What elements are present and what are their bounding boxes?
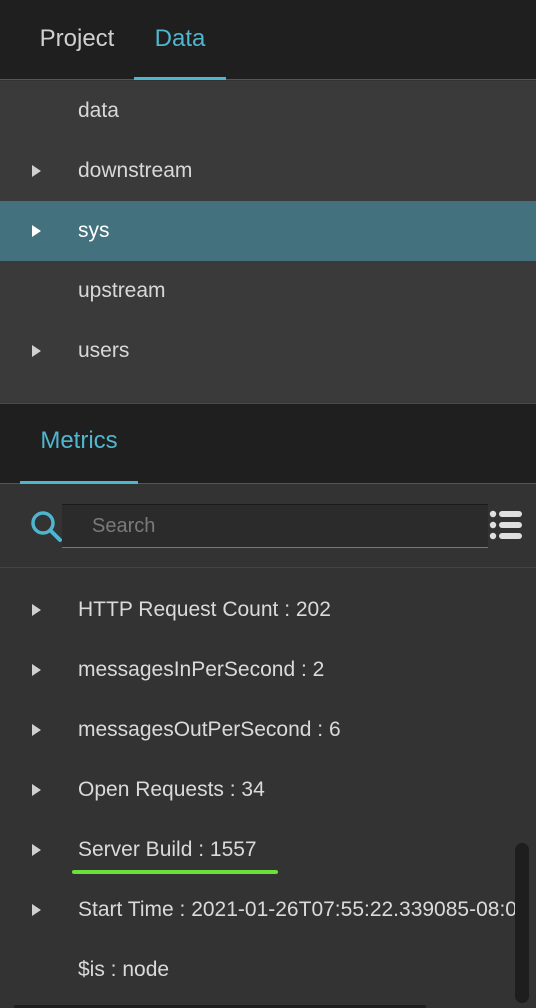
metric-row[interactable]: messagesOutPerSecond : 6 xyxy=(0,700,536,760)
tree-item-label: users xyxy=(78,339,130,362)
caret-right-icon[interactable] xyxy=(32,904,41,916)
metric-row[interactable]: $is : node xyxy=(0,940,536,1000)
metric-row[interactable]: Start Time : 2021-01-26T07:55:22.339085-… xyxy=(0,880,536,940)
metric-row[interactable]: messagesInPerSecond : 2 xyxy=(0,640,536,700)
metric-row[interactable]: Open Requests : 34 xyxy=(0,760,536,820)
caret-right-icon[interactable] xyxy=(32,844,41,856)
tree-item-label: upstream xyxy=(78,279,166,302)
metric-label: messagesInPerSecond : 2 xyxy=(78,658,325,681)
caret-right-icon[interactable] xyxy=(32,345,41,357)
search-bar xyxy=(0,484,536,568)
caret-right-icon[interactable] xyxy=(32,784,41,796)
metric-label: HTTP Request Count : 202 xyxy=(78,598,331,621)
tab-metrics[interactable]: Metrics xyxy=(20,404,138,484)
metric-label: Start Time : 2021-01-26T07:55:22.339085-… xyxy=(78,898,529,921)
tab-data[interactable]: Data xyxy=(134,0,226,80)
highlight-underline xyxy=(72,870,278,874)
tree-item-sys[interactable]: sys xyxy=(0,201,536,261)
caret-right-icon[interactable] xyxy=(32,225,41,237)
vertical-scrollbar[interactable] xyxy=(515,843,529,1003)
tab-project[interactable]: Project xyxy=(20,0,134,80)
tree-item-users[interactable]: users xyxy=(0,321,536,381)
metric-row[interactable]: HTTP Request Count : 202 xyxy=(0,580,536,640)
caret-right-icon[interactable] xyxy=(32,165,41,177)
caret-right-icon[interactable] xyxy=(32,604,41,616)
tree-item-label: downstream xyxy=(78,159,193,182)
tree-item-label: sys xyxy=(78,219,110,242)
search-icon[interactable] xyxy=(28,508,64,544)
tree-item-downstream[interactable]: downstream xyxy=(0,141,536,201)
top-tab-bar: Project Data xyxy=(0,0,536,80)
metric-label: Open Requests : 34 xyxy=(78,778,265,801)
search-input[interactable] xyxy=(62,504,488,548)
caret-right-icon[interactable] xyxy=(32,724,41,736)
metrics-list: HTTP Request Count : 202 messagesInPerSe… xyxy=(0,568,536,1008)
tree-item-label: data xyxy=(78,99,119,122)
data-tree: data downstream sys upstream users xyxy=(0,81,536,403)
metrics-tab-bar: Metrics xyxy=(0,403,536,484)
metric-label: messagesOutPerSecond : 6 xyxy=(78,718,341,741)
metric-label: $is : node xyxy=(78,958,170,981)
tree-item-data[interactable]: data xyxy=(0,81,536,141)
tree-item-upstream[interactable]: upstream xyxy=(0,261,536,321)
caret-right-icon[interactable] xyxy=(32,664,41,676)
list-icon[interactable] xyxy=(489,509,523,541)
